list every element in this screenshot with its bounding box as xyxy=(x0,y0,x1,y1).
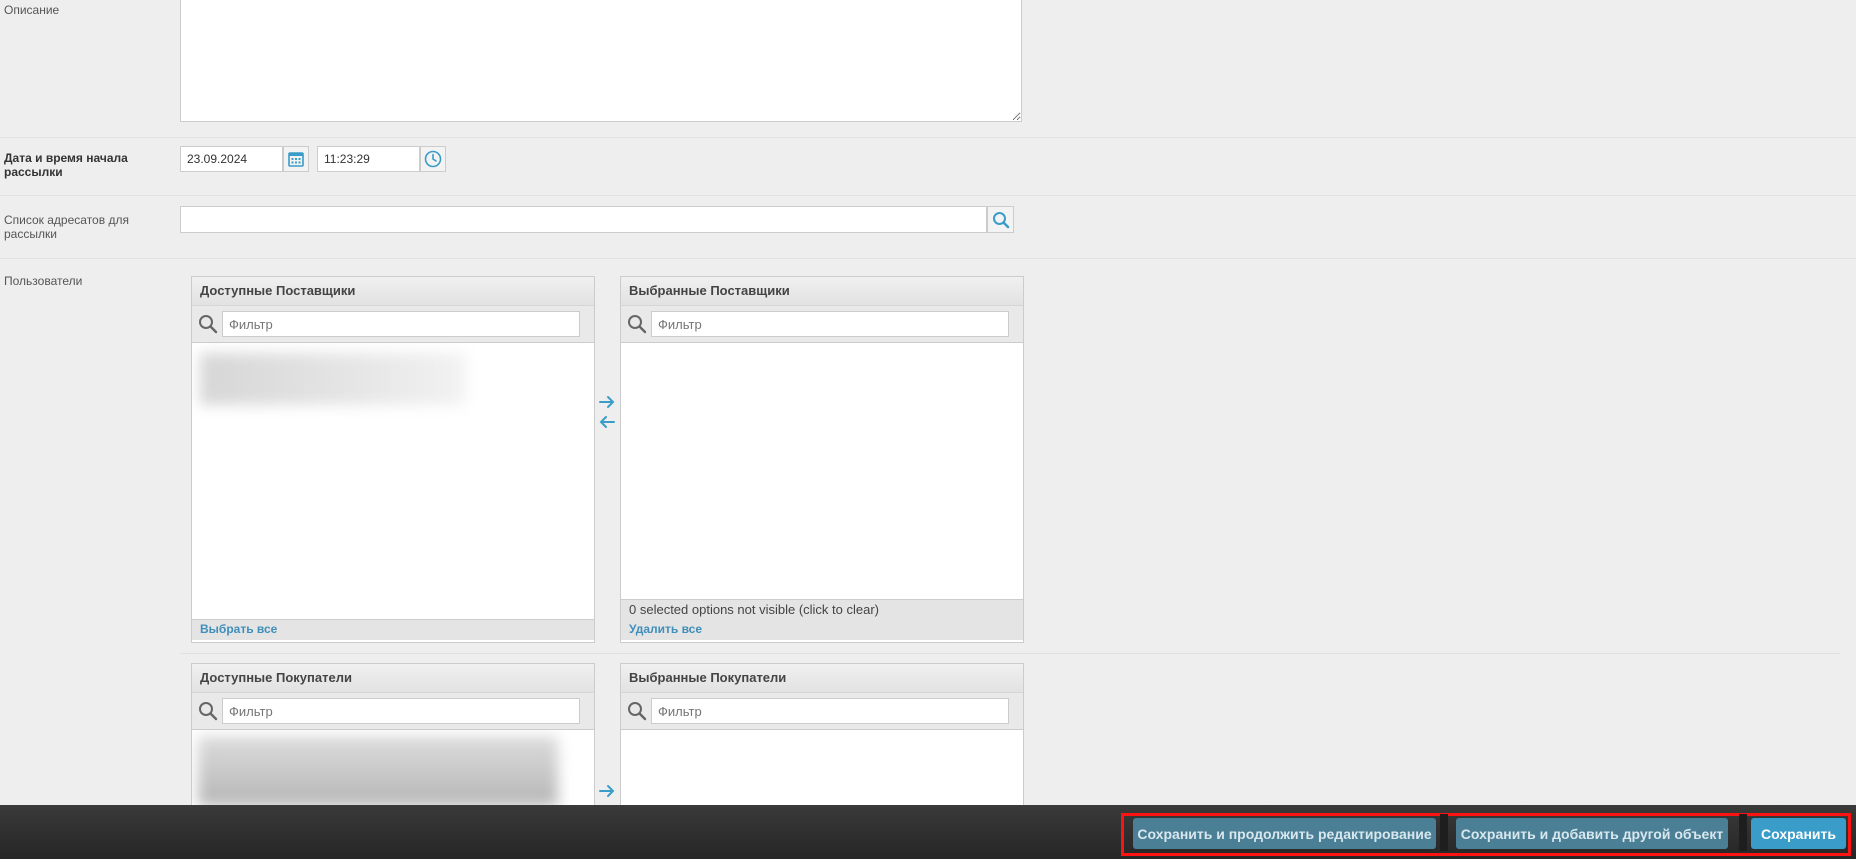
selected-suppliers-filter-input[interactable] xyxy=(651,311,1009,337)
time-input[interactable] xyxy=(317,146,420,172)
clock-icon[interactable] xyxy=(420,146,446,172)
available-buyers-filter-input[interactable] xyxy=(222,698,580,724)
users-label: Пользователи xyxy=(4,274,83,288)
selected-buyers-title: Выбранные Покупатели xyxy=(621,664,1023,693)
start-datetime-row: Дата и время начала рассылки xyxy=(0,137,1856,196)
blurred-list-item[interactable] xyxy=(198,736,558,806)
search-icon xyxy=(199,315,218,334)
save-and-add-another-button[interactable]: Сохранить и добавить другой объект xyxy=(1456,818,1728,849)
available-suppliers-list[interactable] xyxy=(192,343,594,619)
selected-suppliers-title: Выбранные Поставщики xyxy=(621,277,1023,306)
recipients-input[interactable] xyxy=(180,206,987,233)
available-suppliers-footer: Выбрать все xyxy=(192,619,594,640)
selected-buyers-box: Выбранные Покупатели xyxy=(620,663,1024,824)
search-icon xyxy=(628,315,647,334)
select-all-suppliers-link[interactable]: Выбрать все xyxy=(200,622,277,636)
arrow-right-icon[interactable] xyxy=(596,782,618,800)
available-suppliers-filter xyxy=(192,306,594,343)
search-icon xyxy=(628,702,647,721)
buyer-move-controls xyxy=(596,782,618,800)
selected-buyers-filter xyxy=(621,693,1023,730)
selected-suppliers-footer: 0 selected options not visible (click to… xyxy=(621,599,1023,640)
date-input[interactable] xyxy=(180,146,283,172)
start-datetime-label: Дата и время начала рассылки xyxy=(4,151,128,179)
available-buyers-title: Доступные Покупатели xyxy=(192,664,594,693)
selected-suppliers-list[interactable] xyxy=(621,343,1023,599)
arrow-right-icon[interactable] xyxy=(596,393,618,411)
available-buyers-box: Доступные Покупатели xyxy=(191,663,595,824)
search-icon[interactable] xyxy=(987,206,1014,233)
arrow-left-icon[interactable] xyxy=(596,413,618,431)
search-icon xyxy=(199,702,218,721)
hidden-selected-notice[interactable]: 0 selected options not visible (click to… xyxy=(629,600,1023,620)
description-textarea[interactable] xyxy=(180,0,1022,122)
recipients-label: Список адресатов для рассылки xyxy=(4,213,129,241)
available-suppliers-title: Доступные Поставщики xyxy=(192,277,594,306)
recipients-label-line1: Список адресатов для xyxy=(4,213,129,227)
section-divider xyxy=(180,653,1840,654)
description-row: Описание xyxy=(0,0,1856,138)
description-label: Описание xyxy=(4,3,60,17)
calendar-icon[interactable] xyxy=(283,146,309,172)
supplier-move-controls xyxy=(596,393,618,431)
remove-all-suppliers-link[interactable]: Удалить все xyxy=(629,622,702,636)
selected-suppliers-filter xyxy=(621,306,1023,343)
recipients-label-line2: рассылки xyxy=(4,227,57,241)
selected-buyers-filter-input[interactable] xyxy=(651,698,1009,724)
save-and-continue-button[interactable]: Сохранить и продолжить редактирование xyxy=(1133,818,1436,849)
start-datetime-label-line2: рассылки xyxy=(4,165,63,179)
button-separator xyxy=(1739,814,1747,851)
selected-suppliers-box: Выбранные Поставщики 0 selected options … xyxy=(620,276,1024,643)
save-button[interactable]: Сохранить xyxy=(1751,818,1846,849)
recipients-row: Список адресатов для рассылки xyxy=(0,195,1856,259)
submit-row: Сохранить и продолжить редактирование Со… xyxy=(0,805,1856,859)
available-suppliers-filter-input[interactable] xyxy=(222,311,580,337)
available-suppliers-box: Доступные Поставщики Выбрать все xyxy=(191,276,595,643)
available-buyers-filter xyxy=(192,693,594,730)
button-separator xyxy=(1440,814,1448,851)
blurred-list-item[interactable] xyxy=(200,353,465,405)
start-datetime-label-line1: Дата и время начала xyxy=(4,151,128,165)
